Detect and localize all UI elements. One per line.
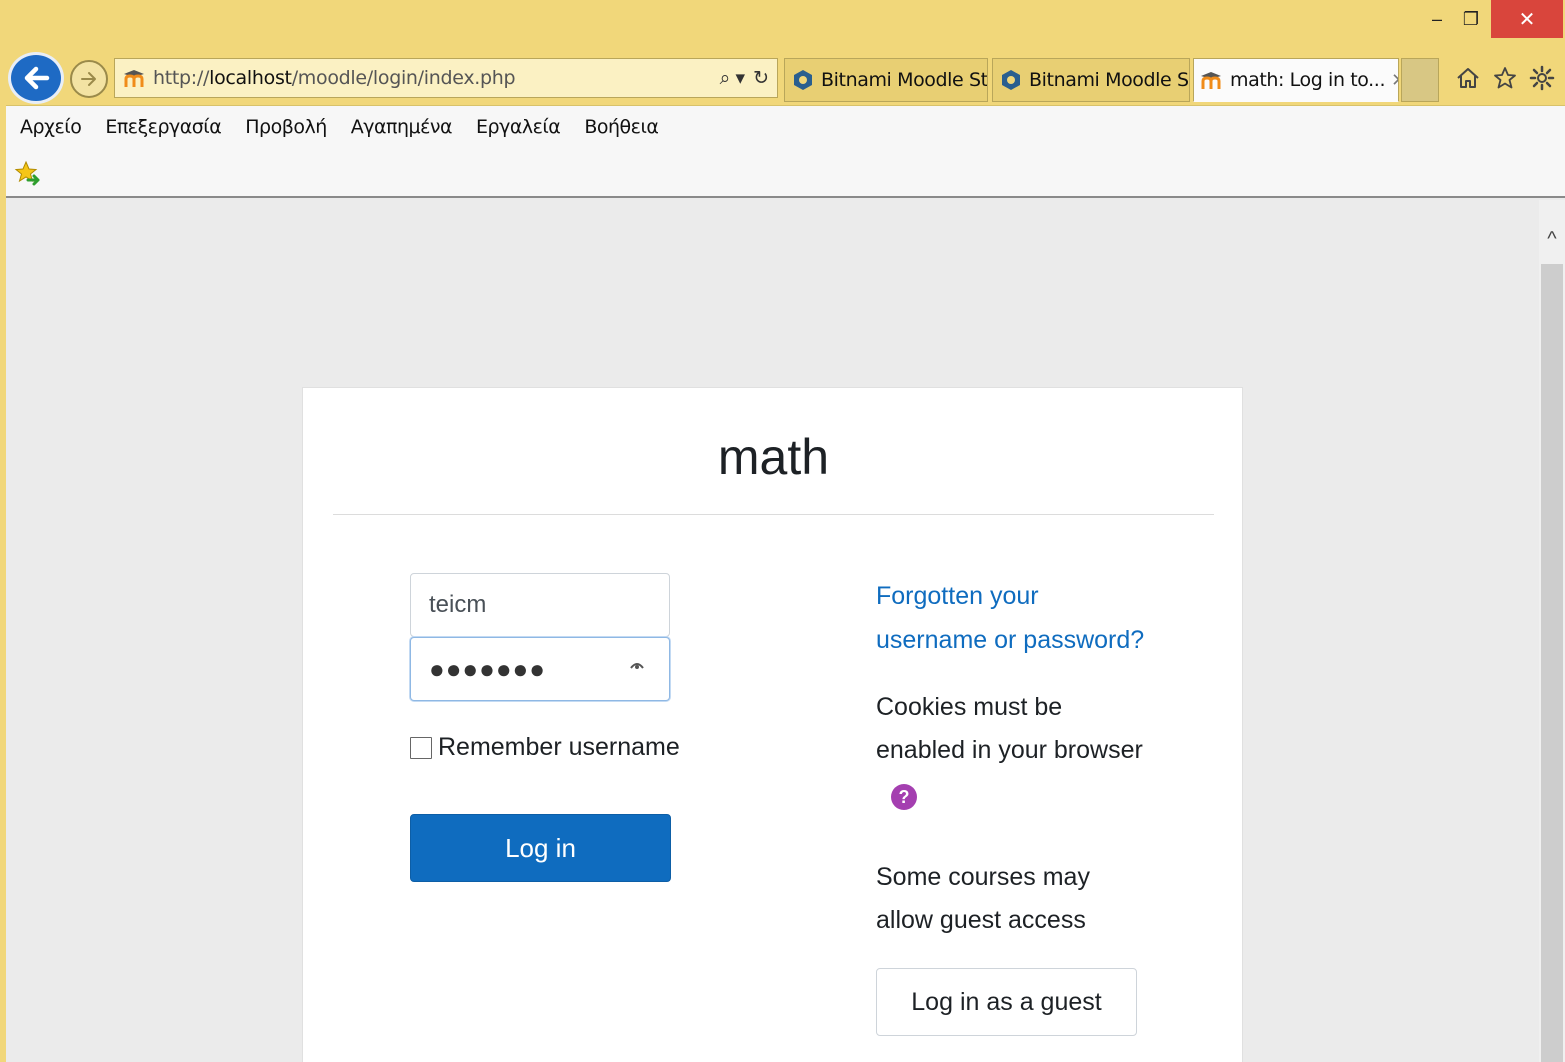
- guest-login-button[interactable]: Log in as a guest: [876, 968, 1137, 1036]
- tab-title: Bitnami Moodle St...: [821, 69, 988, 91]
- new-tab-button[interactable]: [1401, 58, 1439, 102]
- tab-bitnami-1[interactable]: Bitnami Moodle St...: [784, 58, 988, 102]
- home-icon[interactable]: [1455, 65, 1481, 91]
- scroll-up-icon[interactable]: ^: [1539, 224, 1565, 254]
- forward-button[interactable]: [70, 60, 108, 98]
- cookies-notice: Cookies must be enabled in your browser: [876, 693, 1143, 764]
- login-button[interactable]: Log in: [410, 814, 671, 882]
- title-divider: [333, 514, 1214, 515]
- arrow-left-icon: [24, 66, 50, 90]
- moodle-icon: [1200, 68, 1224, 92]
- password-input[interactable]: ●●●●●●●: [410, 637, 670, 701]
- menu-favorites[interactable]: Αγαπημένα: [351, 116, 453, 138]
- bitnami-icon: [791, 68, 815, 92]
- guest-access-notice: Some courses may allow guest access: [876, 863, 1090, 934]
- bitnami-icon: [999, 68, 1023, 92]
- browser-toolbar: [1450, 60, 1560, 96]
- help-icon[interactable]: ?: [891, 784, 917, 810]
- minimize-button[interactable]: ‒: [1422, 0, 1452, 38]
- menu-edit[interactable]: Επεξεργασία: [105, 116, 221, 138]
- menu-view[interactable]: Προβολή: [245, 116, 327, 138]
- address-bar[interactable]: http://localhost/moodle/login/index.php …: [114, 58, 778, 98]
- remember-username-checkbox[interactable]: [410, 736, 432, 759]
- tab-title: math: Log in to...: [1230, 69, 1386, 91]
- address-tools: ⌕ ▾ ↻: [720, 59, 769, 97]
- url-text: http://localhost/moodle/login/index.php: [153, 67, 516, 89]
- username-input[interactable]: teicm: [410, 573, 670, 637]
- favorites-star-icon[interactable]: [1492, 65, 1518, 91]
- close-tab-icon[interactable]: ✕: [1391, 70, 1398, 91]
- scroll-thumb[interactable]: [1541, 264, 1563, 1062]
- menu-help[interactable]: Βοήθεια: [584, 116, 659, 138]
- maximize-button[interactable]: ❐: [1455, 0, 1487, 38]
- remember-username[interactable]: Remember username: [410, 733, 680, 762]
- add-favorite-icon[interactable]: [14, 160, 42, 188]
- reveal-password-icon[interactable]: [629, 658, 645, 674]
- forgot-password-link[interactable]: Forgotten your username or password?: [876, 574, 1176, 662]
- remember-username-label: Remember username: [438, 733, 680, 761]
- arrow-right-icon: [81, 72, 96, 86]
- close-window-button[interactable]: ✕: [1491, 0, 1563, 38]
- menu-file[interactable]: Αρχείο: [20, 116, 82, 138]
- tab-bitnami-2[interactable]: Bitnami Moodle S...: [992, 58, 1190, 102]
- refresh-icon[interactable]: ↻: [753, 67, 769, 90]
- tab-math-login[interactable]: math: Log in to... ✕: [1193, 58, 1399, 102]
- login-card: math teicm ●●●●●●● Remember username Log…: [302, 387, 1243, 1062]
- password-mask: ●●●●●●●: [429, 653, 546, 684]
- site-title: math: [717, 429, 830, 485]
- vertical-scrollbar[interactable]: ^: [1539, 200, 1565, 1062]
- menu-tools[interactable]: Εργαλεία: [476, 116, 561, 138]
- settings-gear-icon[interactable]: [1529, 65, 1555, 91]
- search-dropdown-icon[interactable]: ⌕ ▾: [720, 67, 745, 90]
- back-button[interactable]: [8, 52, 64, 104]
- moodle-icon: [123, 68, 147, 88]
- favorites-bar: [6, 148, 1565, 198]
- menubar: Αρχείο Επεξεργασία Προβολή Αγαπημένα Εργ…: [6, 106, 1565, 148]
- username-value: teicm: [429, 591, 487, 618]
- tab-title: Bitnami Moodle S...: [1029, 69, 1190, 91]
